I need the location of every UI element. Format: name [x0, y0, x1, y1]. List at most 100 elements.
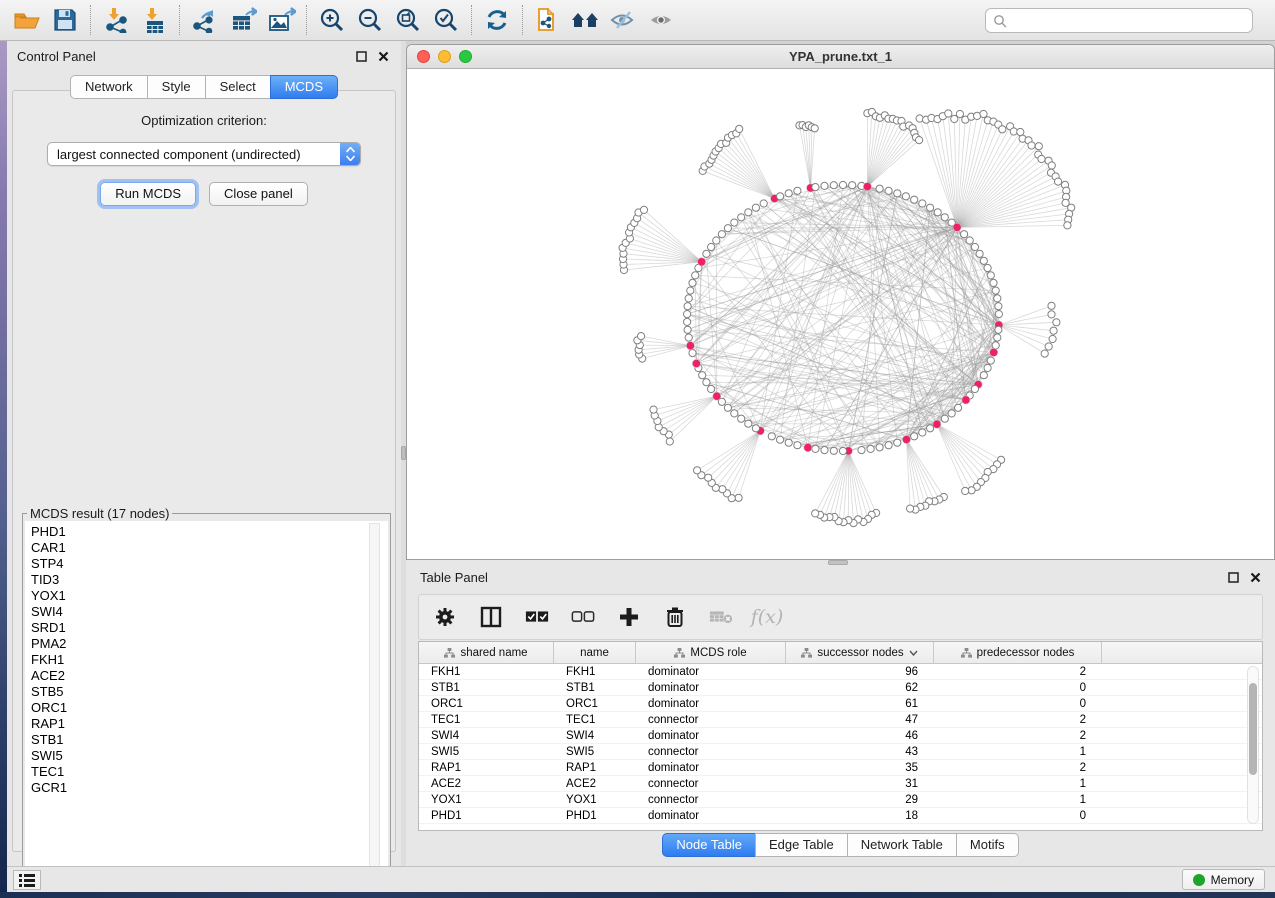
cell-MCDS-role[interactable]: connector — [636, 744, 786, 759]
table-row[interactable]: TEC1TEC1connector472 — [419, 712, 1262, 728]
graph-node[interactable] — [638, 333, 645, 340]
graph-hub-node[interactable] — [990, 348, 998, 356]
export-table-button[interactable] — [224, 3, 262, 37]
graph-node[interactable] — [684, 303, 691, 310]
mcds-result-item[interactable]: TEC1 — [31, 764, 388, 780]
graph-node[interactable] — [687, 287, 694, 294]
cell-predecessor-nodes[interactable]: 2 — [934, 664, 1102, 679]
unselect-all-columns-button[interactable] — [571, 605, 595, 629]
cell-name[interactable]: TEC1 — [554, 712, 636, 727]
graph-node[interactable] — [971, 243, 978, 250]
graph-node[interactable] — [927, 204, 934, 211]
graph-node[interactable] — [738, 415, 745, 422]
graph-node[interactable] — [1053, 319, 1060, 326]
open-file-button[interactable] — [8, 3, 46, 37]
graph-node[interactable] — [994, 334, 1001, 341]
mcds-result-item[interactable]: SRD1 — [31, 620, 388, 636]
graph-node[interactable] — [708, 243, 715, 250]
network-titlebar[interactable]: YPA_prune.txt_1 — [407, 45, 1274, 69]
graph-node[interactable] — [811, 125, 818, 132]
graph-node[interactable] — [984, 364, 991, 371]
graph-node[interactable] — [777, 193, 784, 200]
cell-predecessor-nodes[interactable]: 1 — [934, 744, 1102, 759]
search-box[interactable] — [985, 8, 1253, 33]
cell-predecessor-nodes[interactable]: 2 — [934, 712, 1102, 727]
graph-node[interactable] — [821, 182, 828, 189]
cell-name[interactable]: ACE2 — [554, 776, 636, 791]
graph-node[interactable] — [777, 436, 784, 443]
table-scrollbar[interactable] — [1247, 666, 1259, 824]
graph-node[interactable] — [1048, 311, 1055, 318]
graph-node[interactable] — [867, 445, 874, 452]
delete-column-button[interactable] — [663, 605, 687, 629]
float-panel-button[interactable] — [353, 48, 369, 64]
graph-node[interactable] — [699, 372, 706, 379]
graph-node[interactable] — [987, 357, 994, 364]
show-all-button[interactable] — [643, 3, 681, 37]
graph-node[interactable] — [708, 385, 715, 392]
mcds-result-item[interactable]: RAP1 — [31, 716, 388, 732]
search-input[interactable] — [1012, 14, 1252, 28]
graph-node[interactable] — [812, 510, 819, 517]
graph-node[interactable] — [1028, 142, 1035, 149]
zoom-in-button[interactable] — [313, 3, 351, 37]
graph-node[interactable] — [1038, 155, 1045, 162]
graph-node[interactable] — [830, 182, 837, 189]
graph-node[interactable] — [736, 125, 743, 132]
graph-node[interactable] — [735, 494, 742, 501]
graph-node[interactable] — [812, 184, 819, 191]
graph-node[interactable] — [962, 487, 969, 494]
column-header-predecessor-nodes[interactable]: predecessor nodes — [934, 642, 1102, 663]
mcds-result-item[interactable]: STB1 — [31, 732, 388, 748]
cell-successor-nodes[interactable]: 35 — [786, 760, 934, 775]
graph-node[interactable] — [1041, 350, 1048, 357]
graph-node[interactable] — [894, 439, 901, 446]
graph-node[interactable] — [705, 474, 712, 481]
graph-node[interactable] — [689, 279, 696, 286]
cell-shared-name[interactable]: ORC1 — [419, 696, 554, 711]
graph-node[interactable] — [821, 447, 828, 454]
graph-node[interactable] — [684, 326, 691, 333]
cell-MCDS-role[interactable]: dominator — [636, 760, 786, 775]
graph-hub-node[interactable] — [962, 396, 970, 404]
mcds-result-item[interactable]: TID3 — [31, 572, 388, 588]
graph-node[interactable] — [992, 342, 999, 349]
graph-hub-node[interactable] — [686, 342, 694, 350]
graph-node[interactable] — [919, 429, 926, 436]
zoom-selected-button[interactable] — [427, 3, 465, 37]
cell-successor-nodes[interactable]: 47 — [786, 712, 934, 727]
table-row[interactable]: STB1STB1dominator620 — [419, 680, 1262, 696]
graph-node[interactable] — [745, 420, 752, 427]
graph-node[interactable] — [987, 272, 994, 279]
mcds-result-item[interactable]: ORC1 — [31, 700, 388, 716]
float-table-panel-button[interactable] — [1225, 569, 1241, 585]
tab-motifs[interactable]: Motifs — [956, 833, 1019, 857]
task-history-button[interactable] — [13, 870, 41, 890]
graph-node[interactable] — [685, 295, 692, 302]
cell-shared-name[interactable]: FKH1 — [419, 664, 554, 679]
graph-node[interactable] — [1055, 178, 1062, 185]
graph-node[interactable] — [941, 214, 948, 221]
graph-node[interactable] — [995, 311, 1002, 318]
import-table-button[interactable] — [135, 3, 173, 37]
graph-node[interactable] — [980, 110, 987, 117]
tab-select[interactable]: Select — [205, 75, 270, 99]
cell-name[interactable]: YOX1 — [554, 792, 636, 807]
show-column-panel-button[interactable] — [479, 605, 503, 629]
graph-node[interactable] — [650, 406, 657, 413]
graph-node[interactable] — [703, 250, 710, 257]
cell-predecessor-nodes[interactable]: 1 — [934, 792, 1102, 807]
hide-selected-button[interactable] — [605, 3, 643, 37]
graph-hub-node[interactable] — [953, 223, 961, 231]
graph-node[interactable] — [885, 442, 892, 449]
graph-node[interactable] — [752, 425, 759, 432]
graph-node[interactable] — [684, 311, 691, 318]
cell-predecessor-nodes[interactable]: 2 — [934, 760, 1102, 775]
mcds-result-item[interactable]: SWI4 — [31, 604, 388, 620]
graph-node[interactable] — [694, 467, 701, 474]
mcds-result-item[interactable]: PMA2 — [31, 636, 388, 652]
graph-node[interactable] — [941, 415, 948, 422]
graph-node[interactable] — [666, 438, 673, 445]
mcds-result-item[interactable]: STP4 — [31, 556, 388, 572]
graph-node[interactable] — [1045, 343, 1052, 350]
